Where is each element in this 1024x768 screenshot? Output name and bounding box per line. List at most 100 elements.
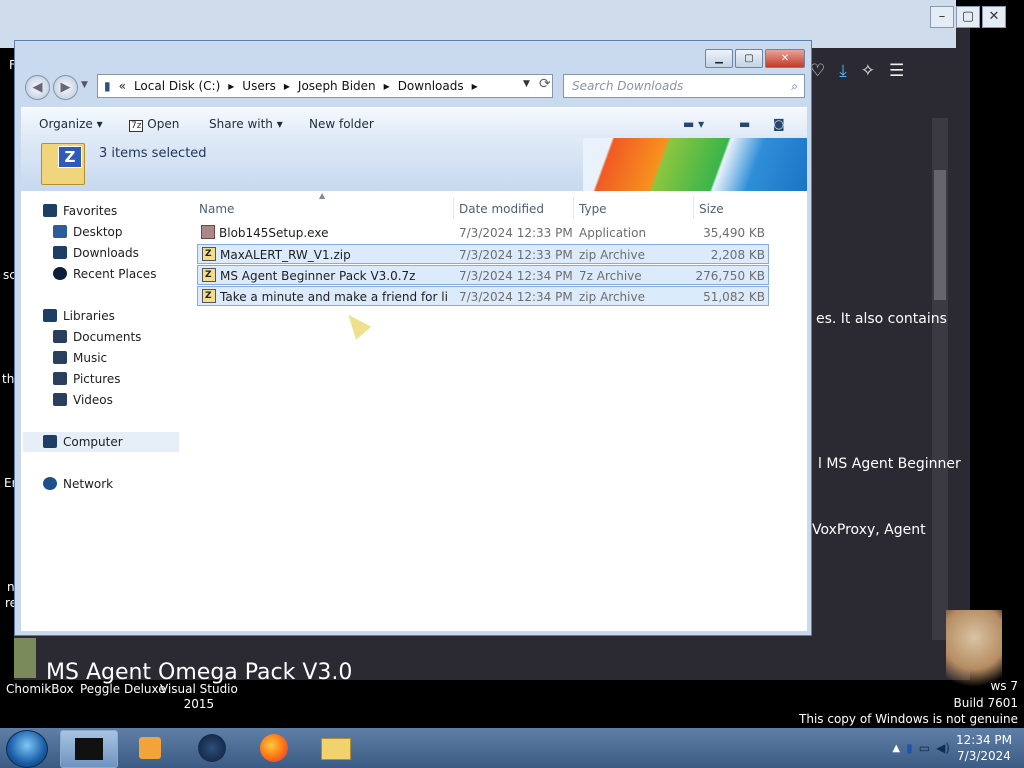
computer-icon <box>43 435 57 448</box>
breadcrumb-item[interactable]: Local Disk (C:) <box>134 79 220 93</box>
breadcrumb-item[interactable]: Joseph Biden <box>298 79 376 93</box>
file-row[interactable]: Z MS Agent Beginner Pack V3.0.7z 7/3/202… <box>197 265 769 285</box>
music-icon <box>53 351 67 364</box>
show-hidden-icons-icon[interactable]: ▲ <box>892 743 900 754</box>
monitor-icon[interactable]: ▭ <box>919 741 930 755</box>
close-icon[interactable]: ✕ <box>982 6 1006 28</box>
desktop-icon-label[interactable]: Peggle Deluxe <box>80 682 166 696</box>
file-list: Name ▲ Date modified Type Size Blob145Se… <box>181 191 807 631</box>
explorer-window: ▁ ▢ ✕ ◀ ▶ ▼ ▮ « Local Disk (C:) ▸ Users … <box>14 40 812 636</box>
network-icon <box>43 477 57 490</box>
menu-icon[interactable]: ☰ <box>889 61 904 81</box>
nav-desktop[interactable]: Desktop <box>53 222 123 242</box>
navigation-row: ◀ ▶ ▼ ▮ « Local Disk (C:) ▸ Users ▸ Jose… <box>21 71 807 101</box>
nav-favorites[interactable]: Favorites <box>43 201 117 221</box>
preview-pane-icon[interactable]: ▬ <box>739 108 750 140</box>
chomikbox-icon[interactable] <box>14 638 36 678</box>
nav-network[interactable]: Network <box>43 474 113 494</box>
start-button[interactable] <box>6 730 48 768</box>
file-row[interactable]: Z Take a minute and make a friend for li… <box>197 286 769 306</box>
app-icon <box>198 734 226 762</box>
computer-icon: ▮ <box>104 79 111 93</box>
file-name: MaxALERT_RW_V1.zip <box>220 248 351 262</box>
close-icon[interactable]: ✕ <box>765 49 805 68</box>
minimize-icon[interactable]: – <box>930 6 954 28</box>
share-with-button[interactable]: Share with ▾ <box>209 108 283 140</box>
forward-button[interactable]: ▶ <box>53 75 78 100</box>
column-header-date[interactable]: Date modified <box>459 197 544 221</box>
taskbar-explorer[interactable] <box>308 730 364 766</box>
browser-scrollbar-thumb[interactable] <box>934 170 946 300</box>
clock[interactable]: 12:34 PM 7/3/2024 <box>956 732 1012 764</box>
browser-text-line: VoxProxy, Agent <box>812 522 926 538</box>
chevron-right-icon[interactable]: ▸ <box>284 79 290 93</box>
nav-pictures[interactable]: Pictures <box>53 369 121 389</box>
details-header: Z 3 items selected <box>21 138 807 191</box>
nav-downloads[interactable]: Downloads <box>53 243 139 263</box>
navigation-pane: Favorites Desktop Downloads Recent Place… <box>21 191 182 631</box>
help-icon[interactable]: ◙ <box>773 108 785 140</box>
open-button[interactable]: 7z Open <box>129 108 179 140</box>
taskbar: ▲ ▮ ▭ ◀) 12:34 PM 7/3/2024 <box>0 728 1024 768</box>
column-divider[interactable] <box>693 197 694 219</box>
nav-music[interactable]: Music <box>53 348 107 368</box>
address-bar[interactable]: ▮ « Local Disk (C:) ▸ Users ▸ Joseph Bid… <box>97 74 553 98</box>
zip-file-icon: Z <box>202 289 216 303</box>
extensions-icon[interactable]: ✧ <box>861 61 875 81</box>
file-name: Take a minute and make a friend for life… <box>220 290 448 304</box>
nav-videos[interactable]: Videos <box>53 390 113 410</box>
column-divider[interactable] <box>453 197 454 219</box>
refresh-icon[interactable]: ⟳ <box>539 76 551 92</box>
volume-icon[interactable]: ◀) <box>936 741 950 755</box>
new-folder-button[interactable]: New folder <box>309 108 374 140</box>
breadcrumb-item[interactable]: Users <box>242 79 276 93</box>
desktop-icon <box>53 225 67 238</box>
search-icon[interactable]: ⌕ <box>791 75 798 97</box>
taskbar-app[interactable] <box>184 730 240 766</box>
nav-recent-places[interactable]: Recent Places <box>53 264 156 284</box>
organize-button[interactable]: Organize ▾ <box>39 108 103 140</box>
nav-computer[interactable]: Computer <box>23 432 179 452</box>
maximize-icon[interactable]: ▢ <box>735 49 763 68</box>
back-button[interactable]: ◀ <box>25 75 50 100</box>
application-icon <box>201 225 215 239</box>
column-divider[interactable] <box>573 197 574 219</box>
column-header-type[interactable]: Type <box>579 197 607 221</box>
nav-libraries[interactable]: Libraries <box>43 306 115 326</box>
chevron-right-icon[interactable]: ▸ <box>472 79 478 93</box>
tray-app-icon[interactable]: ▮ <box>906 741 913 755</box>
desktop-icon-label[interactable]: ChomikBox <box>6 682 74 696</box>
terminal-icon <box>75 738 103 760</box>
minimize-icon[interactable]: ▁ <box>705 49 733 68</box>
file-date: 7/3/2024 12:34 PM <box>459 269 573 283</box>
taskbar-media-player[interactable] <box>122 730 178 766</box>
pocket-icon[interactable]: ♡ <box>810 61 825 81</box>
breadcrumb-item[interactable]: Downloads <box>398 79 464 93</box>
chevron-right-icon[interactable]: ▸ <box>228 79 234 93</box>
file-name: Blob145Setup.exe <box>219 226 329 240</box>
nav-documents[interactable]: Documents <box>53 327 141 347</box>
left-fragment: th <box>2 372 15 386</box>
file-type: zip Archive <box>579 290 645 304</box>
chevron-right-icon[interactable]: ▸ <box>384 79 390 93</box>
column-header-size[interactable]: Size <box>699 197 724 221</box>
download-icon[interactable]: ⤓ <box>839 61 847 81</box>
address-dropdown-icon[interactable]: ▼ <box>523 79 530 89</box>
taskbar-firefox[interactable] <box>246 730 302 766</box>
file-size: 2,208 KB <box>710 248 765 262</box>
desktop-icon-label[interactable]: Visual Studio 2015 <box>160 682 238 712</box>
file-row[interactable]: Blob145Setup.exe 7/3/2024 12:33 PM Appli… <box>197 223 769 243</box>
taskbar-terminal[interactable] <box>60 730 118 768</box>
overflow-chevron-icon[interactable]: « <box>119 79 126 93</box>
maximize-icon[interactable]: ▢ <box>956 6 980 28</box>
recent-pages-icon[interactable]: ▼ <box>81 80 88 90</box>
search-input[interactable]: Search Downloads ⌕ <box>563 74 805 98</box>
file-row[interactable]: Z MaxALERT_RW_V1.zip 7/3/2024 12:33 PM z… <box>197 244 769 264</box>
column-header-name[interactable]: Name <box>199 197 234 221</box>
watermark-line: Build 7601 <box>953 696 1018 710</box>
selection-info: 3 items selected <box>99 146 207 161</box>
pictures-icon <box>53 372 67 385</box>
change-view-icon[interactable]: ▬ ▾ <box>683 108 704 140</box>
search-placeholder: Search Downloads <box>572 79 684 93</box>
windows-logo-banner <box>583 138 807 191</box>
